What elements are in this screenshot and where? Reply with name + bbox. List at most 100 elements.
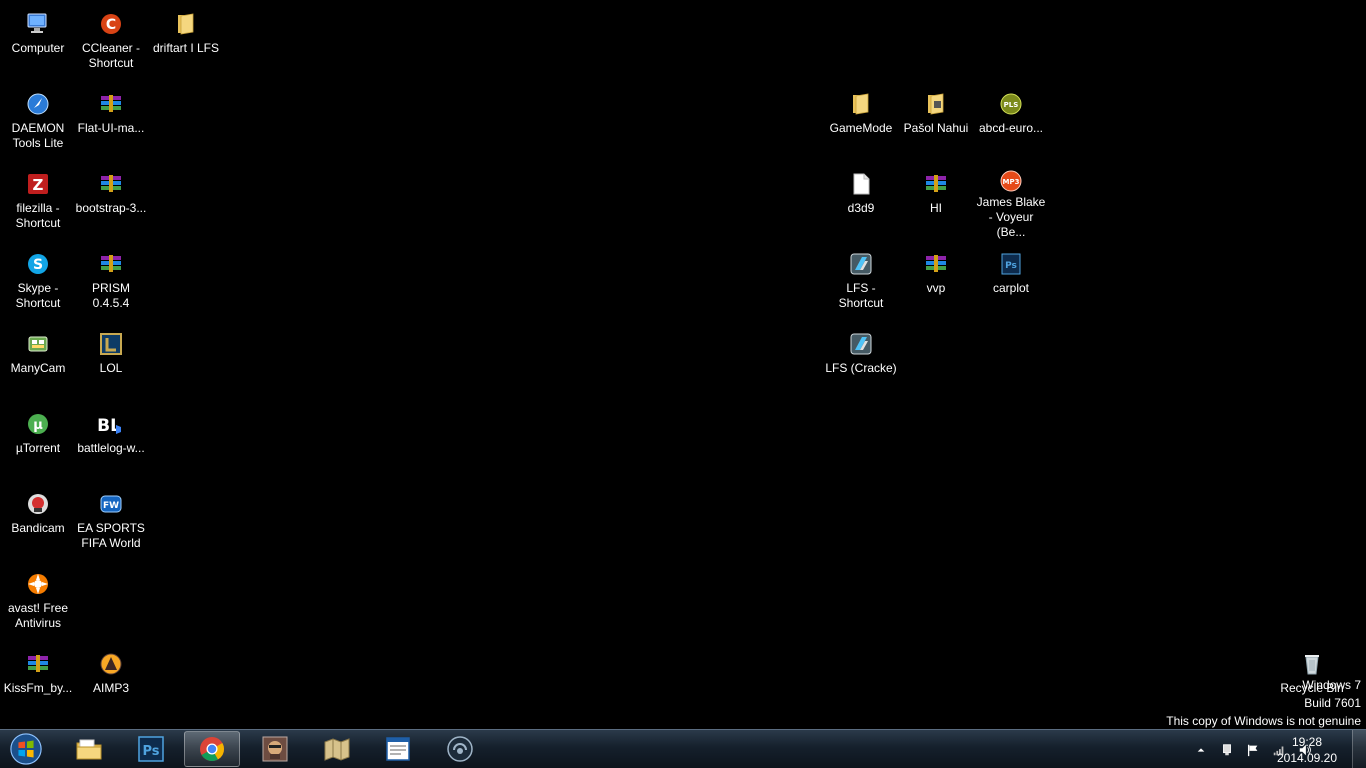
- desktop-icon-gamemode[interactable]: GameMode: [823, 84, 899, 158]
- svg-text:MP3: MP3: [1003, 178, 1020, 186]
- desktop-icon-label: carplot: [992, 281, 1030, 295]
- skype-icon: S: [22, 248, 54, 280]
- svg-text:Ps: Ps: [142, 744, 159, 759]
- pls-playlist-icon: PLS: [995, 88, 1027, 120]
- windows-logo-icon: [10, 733, 42, 765]
- desktop-icon-label: Flat-UI-ma...: [77, 121, 145, 135]
- desktop-icon-label: Computer: [11, 41, 65, 55]
- manycam-icon: [22, 328, 54, 360]
- taskbar-chrome-button[interactable]: [184, 731, 240, 767]
- windows-watermark: Windows 7 Build 7601 This copy of Window…: [1166, 676, 1361, 730]
- desktop-icon-vvp[interactable]: vvp: [898, 244, 974, 318]
- start-button[interactable]: [6, 731, 46, 767]
- folder-icon: [170, 8, 202, 40]
- desktop-icon-label: CCleaner - Shortcut: [81, 41, 141, 70]
- show-desktop-button[interactable]: [1352, 730, 1366, 768]
- desktop-icon-label: Bandicam: [11, 521, 65, 535]
- desktop-icon-label: HI: [930, 201, 942, 215]
- desktop-icon-avast[interactable]: avast! Free Antivirus: [0, 564, 76, 638]
- desktop-icon-carplot[interactable]: Ps carplot: [973, 244, 1049, 318]
- desktop-icon-d3d9[interactable]: d3d9: [823, 164, 899, 238]
- desktop[interactable]: Computer DAEMON Tools Lite Z filezilla -…: [0, 0, 1366, 729]
- taskbar-map-button[interactable]: [309, 731, 365, 767]
- taskbar-teamspeak-button[interactable]: [432, 731, 488, 767]
- desktop-icon-daemon-tools[interactable]: DAEMON Tools Lite: [0, 84, 76, 158]
- desktop-icon-lfs-shortcut[interactable]: LFS - Shortcut: [823, 244, 899, 318]
- desktop-icon-label: LFS - Shortcut: [838, 281, 884, 310]
- clock-time: 19:28: [1291, 735, 1323, 749]
- desktop-icon-aimp3[interactable]: AIMP3: [73, 644, 149, 718]
- photoshop-icon: Ps: [138, 736, 164, 762]
- taskbar-photoshop-button[interactable]: Ps: [123, 731, 179, 767]
- teamspeak-icon: [447, 736, 473, 762]
- desktop-icon-driftart[interactable]: driftart I LFS: [148, 4, 224, 78]
- desktop-icon-label: EA SPORTS FIFA World: [77, 521, 145, 550]
- league-of-legends-icon: [95, 328, 127, 360]
- desktop-icon-label: vvp: [926, 281, 946, 295]
- photoshop-file-icon: Ps: [995, 248, 1027, 280]
- desktop-icon-hi[interactable]: HI: [898, 164, 974, 238]
- desktop-icon-label: ManyCam: [10, 361, 66, 375]
- desktop-icon-battlelog[interactable]: BL battlelog-w...: [73, 404, 149, 478]
- desktop-icon-label: bootstrap-3...: [75, 201, 147, 215]
- desktop-icon-label: battlelog-w...: [77, 441, 145, 455]
- desktop-icon-label: DAEMON Tools Lite: [11, 121, 65, 150]
- desktop-icon-computer[interactable]: Computer: [0, 4, 76, 78]
- desktop-icon-label: µTorrent: [15, 441, 61, 455]
- desktop-icon-james-blake[interactable]: MP3 James Blake - Voyeur (Be...: [973, 164, 1049, 239]
- watermark-line-3: This copy of Windows is not genuine: [1166, 714, 1361, 728]
- taskbar-gta-button[interactable]: [247, 731, 303, 767]
- utorrent-icon: µ: [22, 408, 54, 440]
- taskbar-document-button[interactable]: [370, 731, 426, 767]
- usb-device-icon[interactable]: [1218, 741, 1236, 759]
- desktop-icon-lfs-cracked[interactable]: LFS (Cracke): [823, 324, 899, 398]
- desktop-icon-label: driftart I LFS: [152, 41, 220, 55]
- desktop-icon-ccleaner[interactable]: C CCleaner - Shortcut: [73, 4, 149, 78]
- desktop-icon-label: abcd-euro...: [978, 121, 1044, 135]
- show-hidden-icons-arrow-icon[interactable]: [1192, 741, 1210, 759]
- desktop-icon-label: LOL: [99, 361, 123, 375]
- avast-icon: [22, 568, 54, 600]
- desktop-icon-pasol-nahui[interactable]: Pašol Nahui: [898, 84, 974, 158]
- desktop-icon-label: GameMode: [829, 121, 893, 135]
- svg-text:Ps: Ps: [1005, 261, 1017, 271]
- desktop-icon-label: James Blake - Voyeur (Be...: [976, 195, 1046, 239]
- desktop-icon-skype[interactable]: S Skype - Shortcut: [0, 244, 76, 318]
- mp3-file-icon: MP3: [995, 168, 1027, 194]
- desktop-icon-label: AIMP3: [92, 681, 129, 695]
- desktop-icon-label: d3d9: [847, 201, 875, 215]
- taskbar-clock[interactable]: 19:28 2014.09.20: [1272, 734, 1342, 766]
- desktop-icon-label: Pašol Nahui: [903, 121, 969, 135]
- daemon-tools-icon: [22, 88, 54, 120]
- svg-text:FW: FW: [103, 501, 119, 511]
- desktop-icon-utorrent[interactable]: µ µTorrent: [0, 404, 76, 478]
- live-for-speed-icon: [845, 328, 877, 360]
- desktop-icon-label: filezilla - Shortcut: [15, 201, 61, 230]
- watermark-line-2: Build 7601: [1304, 696, 1361, 710]
- desktop-icon-prism[interactable]: PRISM 0.4.5.4: [73, 244, 149, 318]
- desktop-icon-filezilla[interactable]: Z filezilla - Shortcut: [0, 164, 76, 238]
- folder-icon: [920, 88, 952, 120]
- desktop-icon-flat-ui[interactable]: Flat-UI-ma...: [73, 84, 149, 158]
- desktop-icon-kissfm[interactable]: KissFm_by...: [0, 644, 76, 718]
- svg-text:C: C: [106, 17, 116, 33]
- svg-text:PLS: PLS: [1004, 101, 1019, 109]
- bandicam-icon: [22, 488, 54, 520]
- clock-date: 2014.09.20: [1276, 751, 1338, 765]
- winrar-archive-icon: [920, 168, 952, 200]
- blank-file-icon: [845, 168, 877, 200]
- fifa-world-icon: FW: [95, 488, 127, 520]
- winrar-archive-icon: [95, 168, 127, 200]
- desktop-icon-abcd-euro[interactable]: PLS abcd-euro...: [973, 84, 1049, 158]
- chrome-icon: [200, 737, 224, 762]
- desktop-icon-label: Skype - Shortcut: [15, 281, 61, 310]
- desktop-icon-manycam[interactable]: ManyCam: [0, 324, 76, 398]
- folder-icon: [845, 88, 877, 120]
- desktop-icon-ea-sports-fifa[interactable]: FW EA SPORTS FIFA World: [73, 484, 149, 558]
- taskbar-explorer-button[interactable]: [61, 731, 117, 767]
- desktop-icon-lol[interactable]: LOL: [73, 324, 149, 398]
- action-center-flag-icon[interactable]: [1244, 741, 1262, 759]
- winrar-archive-icon: [920, 248, 952, 280]
- desktop-icon-bandicam[interactable]: Bandicam: [0, 484, 76, 558]
- desktop-icon-bootstrap[interactable]: bootstrap-3...: [73, 164, 149, 238]
